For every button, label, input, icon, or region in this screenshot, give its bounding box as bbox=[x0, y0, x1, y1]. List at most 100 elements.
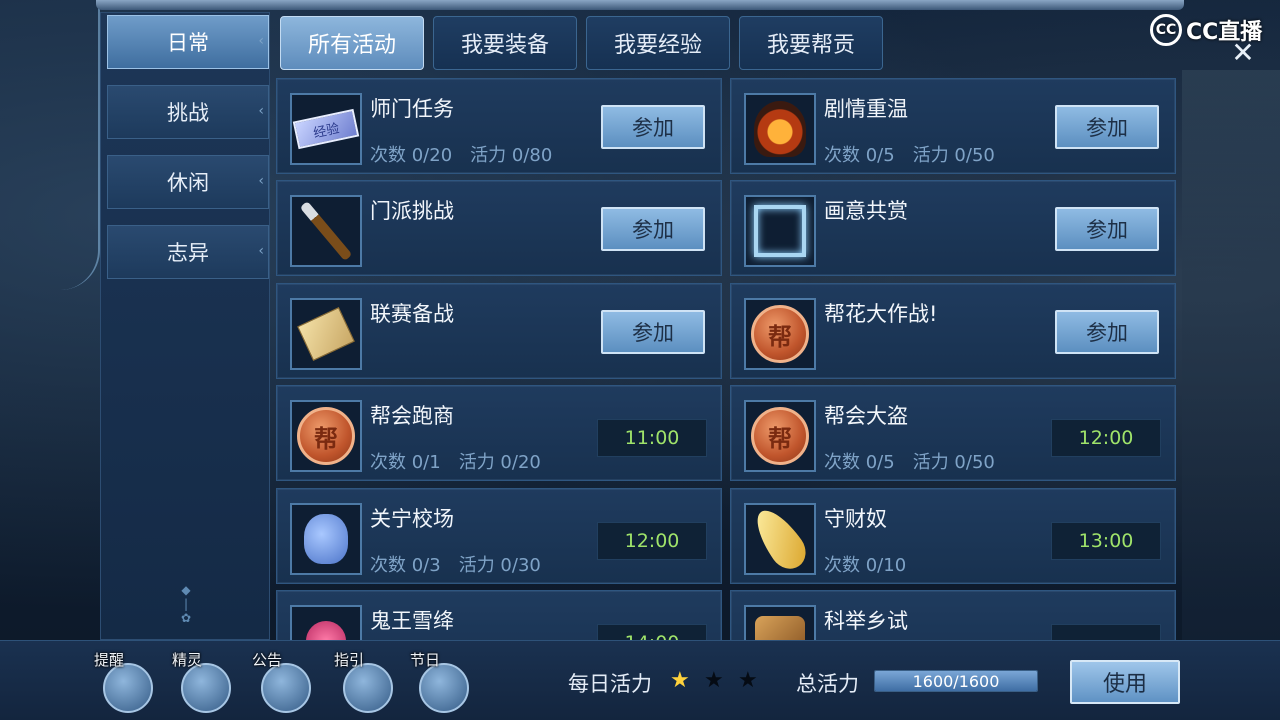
activity-card: 帮 帮会跑商 次数 0/1 活力 0/20 11:00 bbox=[276, 385, 722, 481]
tab-experience[interactable]: 我要经验 bbox=[586, 16, 730, 70]
tab-label: 我要帮贡 bbox=[766, 33, 855, 58]
join-button[interactable]: 参加 bbox=[1055, 105, 1159, 149]
activity-card: 联赛备战 参加 bbox=[276, 283, 722, 379]
activity-title: 师门任务 bbox=[370, 97, 454, 121]
activity-count: 次数 0/10 bbox=[824, 555, 907, 576]
activity-title: 画意共赏 bbox=[824, 199, 908, 223]
join-button[interactable]: 参加 bbox=[601, 105, 705, 149]
activity-start-time: 13:00 bbox=[1051, 522, 1161, 560]
activity-icon-frame bbox=[290, 195, 362, 267]
activity-stats: 次数 0/20 活力 0/80 bbox=[370, 141, 552, 167]
tab-all-activities[interactable]: 所有活动 bbox=[280, 16, 424, 70]
exp-ticket-icon: 经验 bbox=[292, 108, 360, 150]
activity-count: 次数 0/1 bbox=[370, 452, 441, 473]
activity-list[interactable]: 经验 师门任务 次数 0/20 活力 0/80 参加 剧情重温 次数 0/5 活力 … bbox=[276, 74, 1180, 640]
star-icon-empty: ★ bbox=[704, 668, 724, 693]
gold-leaf-icon bbox=[747, 505, 813, 573]
activity-title: 联赛备战 bbox=[370, 302, 454, 326]
spirit-icon bbox=[181, 663, 231, 713]
activity-card: 剧情重温 次数 0/5 活力 0/50 参加 bbox=[730, 78, 1176, 174]
activity-start-time: 11:00 bbox=[597, 419, 707, 457]
reminder-button[interactable]: 提醒 bbox=[94, 649, 160, 715]
activity-vitality: 活力 0/80 bbox=[470, 145, 553, 166]
bottom-icon-label: 精灵 bbox=[172, 651, 203, 669]
join-button[interactable]: 参加 bbox=[601, 207, 705, 251]
statue-icon bbox=[755, 616, 805, 640]
activity-start-time: 12:00 bbox=[597, 522, 707, 560]
category-label: 休闲 bbox=[167, 171, 209, 195]
star-icon-filled: ★ bbox=[670, 668, 690, 693]
activity-vitality: 活力 0/50 bbox=[912, 145, 995, 166]
flower-icon bbox=[306, 621, 346, 640]
activity-card: 守财奴 次数 0/10 13:00 bbox=[730, 488, 1176, 584]
category-challenge[interactable]: 挑战 ‹ bbox=[107, 85, 269, 139]
activity-title: 帮会跑商 bbox=[370, 404, 454, 428]
scroll-icon bbox=[297, 307, 355, 361]
activity-count: 次数 0/5 bbox=[824, 145, 895, 166]
activity-count: 次数 0/20 bbox=[370, 145, 453, 166]
chevron-left-icon: ‹ bbox=[258, 173, 264, 189]
activity-card: 经验 师门任务 次数 0/20 活力 0/80 参加 bbox=[276, 78, 722, 174]
activity-title: 帮花大作战! bbox=[824, 302, 938, 326]
activity-icon-frame bbox=[744, 195, 816, 267]
category-daily[interactable]: 日常 ‹ bbox=[107, 15, 269, 69]
activity-icon-frame bbox=[744, 605, 816, 640]
activity-title: 帮会大盗 bbox=[824, 404, 908, 428]
tab-label: 我要经验 bbox=[613, 33, 702, 58]
total-vitality-label: 总活力 bbox=[796, 672, 859, 696]
activity-title: 关宁校场 bbox=[370, 507, 454, 531]
activity-card: 帮 帮花大作战! 参加 bbox=[730, 283, 1176, 379]
activity-count: 次数 0/5 bbox=[824, 452, 895, 473]
join-button[interactable]: 参加 bbox=[1055, 310, 1159, 354]
category-mystery[interactable]: 志异 ‹ bbox=[107, 225, 269, 279]
category-label: 挑战 bbox=[167, 101, 209, 125]
tassel-decoration: ◆ | ✿ bbox=[180, 583, 192, 625]
vine-decoration bbox=[60, 0, 100, 290]
bottom-icon-label: 节日 bbox=[410, 651, 441, 669]
activity-stats: 次数 0/1 活力 0/20 bbox=[370, 448, 541, 474]
festival-button[interactable]: 节日 bbox=[410, 649, 476, 715]
announcement-button[interactable]: 公告 bbox=[252, 649, 318, 715]
join-button[interactable]: 参加 bbox=[601, 310, 705, 354]
activity-card: 门派挑战 参加 bbox=[276, 180, 722, 276]
scenery-right bbox=[1182, 70, 1280, 640]
activity-title: 鬼王雪绛 bbox=[370, 609, 454, 633]
activity-start-time: 12:00 bbox=[1051, 419, 1161, 457]
chevron-left-icon: ‹ bbox=[258, 243, 264, 259]
total-vitality-value: 1600/1600 bbox=[912, 671, 1000, 691]
chevron-left-icon: ‹ bbox=[258, 33, 264, 49]
guide-icon bbox=[343, 663, 393, 713]
category-leisure[interactable]: 休闲 ‹ bbox=[107, 155, 269, 209]
close-icon[interactable]: ✕ bbox=[1226, 38, 1260, 68]
tab-equipment[interactable]: 我要装备 bbox=[433, 16, 577, 70]
guild-coin-icon: 帮 bbox=[297, 407, 355, 465]
activity-title: 剧情重温 bbox=[824, 97, 908, 121]
activity-stats: 次数 0/3 活力 0/30 bbox=[370, 551, 541, 577]
helmet-icon bbox=[754, 101, 806, 157]
cc-logo-icon: CC bbox=[1150, 14, 1182, 46]
money-bag-icon bbox=[304, 514, 348, 564]
picture-frame-icon bbox=[754, 205, 806, 257]
join-button[interactable]: 参加 bbox=[1055, 207, 1159, 251]
bottom-icon-label: 指引 bbox=[334, 651, 365, 669]
activity-card: 画意共赏 参加 bbox=[730, 180, 1176, 276]
activity-stats: 次数 0/10 bbox=[824, 551, 906, 577]
activity-count: 次数 0/3 bbox=[370, 555, 441, 576]
festival-icon bbox=[419, 663, 469, 713]
category-label: 日常 bbox=[167, 31, 209, 55]
total-vitality-bar: 1600/1600 bbox=[874, 670, 1038, 692]
activity-card: 关宁校场 次数 0/3 活力 0/30 12:00 bbox=[276, 488, 722, 584]
bottom-icon-label: 公告 bbox=[252, 651, 283, 669]
panel-top-frame bbox=[96, 0, 1184, 10]
activity-vitality: 活力 0/30 bbox=[458, 555, 541, 576]
chevron-left-icon: ‹ bbox=[258, 103, 264, 119]
activity-icon-frame bbox=[290, 605, 362, 640]
activity-start-time bbox=[1051, 624, 1161, 640]
activity-icon-frame bbox=[744, 93, 816, 165]
announcement-icon bbox=[261, 663, 311, 713]
tab-guild-contribution[interactable]: 我要帮贡 bbox=[739, 16, 883, 70]
use-button[interactable]: 使用 bbox=[1070, 660, 1180, 704]
guide-button[interactable]: 指引 bbox=[334, 649, 400, 715]
star-icon-empty: ★ bbox=[738, 668, 758, 693]
spirit-button[interactable]: 精灵 bbox=[172, 649, 238, 715]
